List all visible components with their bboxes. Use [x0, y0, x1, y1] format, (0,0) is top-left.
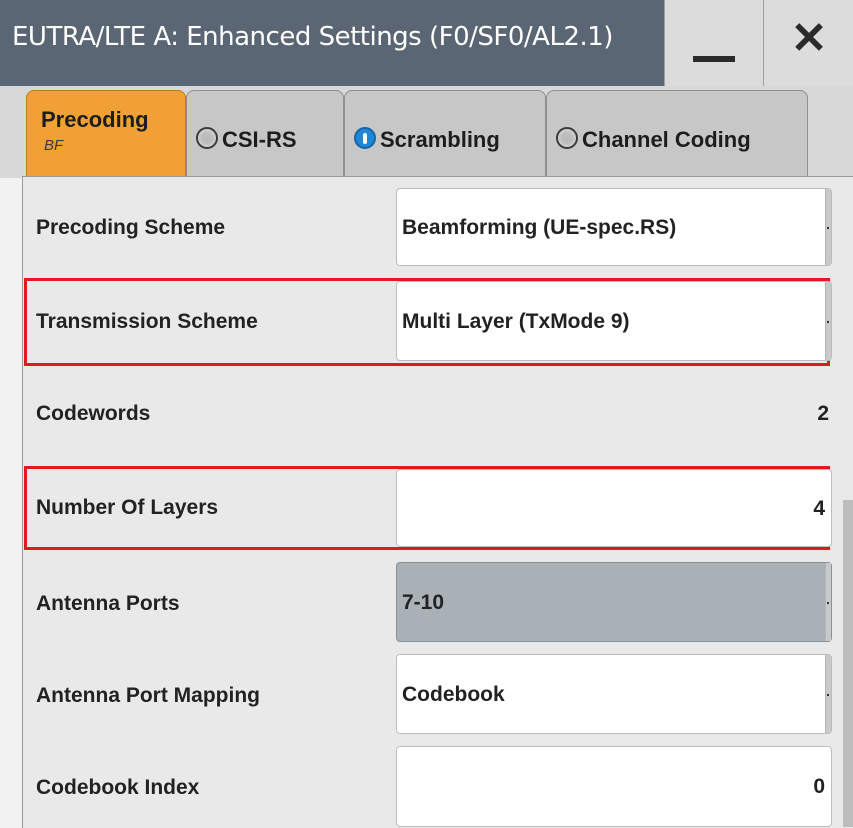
minimize-button[interactable] [664, 0, 763, 86]
info-indicator-icon [354, 127, 376, 149]
precoding-scheme-select[interactable]: Beamforming (UE-spec.RS) [396, 188, 832, 266]
precoding-scheme-value: Beamforming (UE-spec.RS) [402, 216, 677, 239]
tab-label: Precoding [41, 107, 149, 132]
dropdown-handle-icon [825, 282, 831, 360]
tab-scrambling[interactable]: Scrambling [344, 90, 546, 176]
codewords-value: 2 [817, 402, 829, 425]
number-of-layers-label: Number Of Layers [36, 496, 219, 519]
close-button[interactable]: ✕ [763, 0, 853, 86]
codebook-index-label: Codebook Index [36, 776, 200, 799]
precoding-scheme-label: Precoding Scheme [36, 216, 226, 239]
window-title: EUTRA/LTE A: Enhanced Settings (F0/SF0/A… [12, 22, 613, 52]
antenna-port-mapping-select[interactable]: Codebook [396, 654, 832, 734]
tab-strip: Precoding BF CSI-RS Scrambling Channel C… [0, 86, 853, 178]
antenna-ports-select[interactable]: 7-10 [396, 562, 832, 642]
inactive-indicator-icon [556, 127, 578, 149]
transmission-scheme-select[interactable]: Multi Layer (TxMode 9) [396, 281, 832, 361]
tab-label: CSI-RS [222, 127, 297, 152]
inactive-indicator-icon [196, 127, 218, 149]
number-of-layers-value: 4 [813, 497, 825, 520]
tab-csi-rs[interactable]: CSI-RS [186, 90, 344, 176]
scrollbar[interactable] [843, 500, 853, 827]
codewords-label: Codewords [36, 402, 151, 425]
number-of-layers-input[interactable]: 4 [396, 469, 832, 547]
codebook-index-input[interactable]: 0 [396, 746, 832, 827]
dropdown-handle-icon [825, 563, 831, 641]
transmission-scheme-label: Transmission Scheme [36, 310, 258, 333]
tab-sublabel: BF [44, 137, 64, 154]
minimize-icon [693, 56, 735, 62]
antenna-ports-value: 7-10 [402, 591, 445, 614]
tab-label: Channel Coding [582, 127, 751, 152]
codebook-index-value: 0 [813, 775, 825, 798]
tab-precoding[interactable]: Precoding BF [26, 90, 186, 176]
dropdown-handle-icon [825, 655, 831, 733]
tab-channel-coding[interactable]: Channel Coding [546, 90, 808, 176]
tab-label: Scrambling [380, 127, 500, 152]
dropdown-handle-icon [825, 189, 831, 265]
antenna-ports-label: Antenna Ports [36, 592, 180, 615]
title-bar: EUTRA/LTE A: Enhanced Settings (F0/SF0/A… [0, 0, 853, 86]
antenna-port-mapping-label: Antenna Port Mapping [36, 684, 260, 707]
transmission-scheme-value: Multi Layer (TxMode 9) [402, 310, 630, 333]
close-icon: ✕ [790, 14, 828, 63]
antenna-port-mapping-value: Codebook [402, 683, 505, 706]
